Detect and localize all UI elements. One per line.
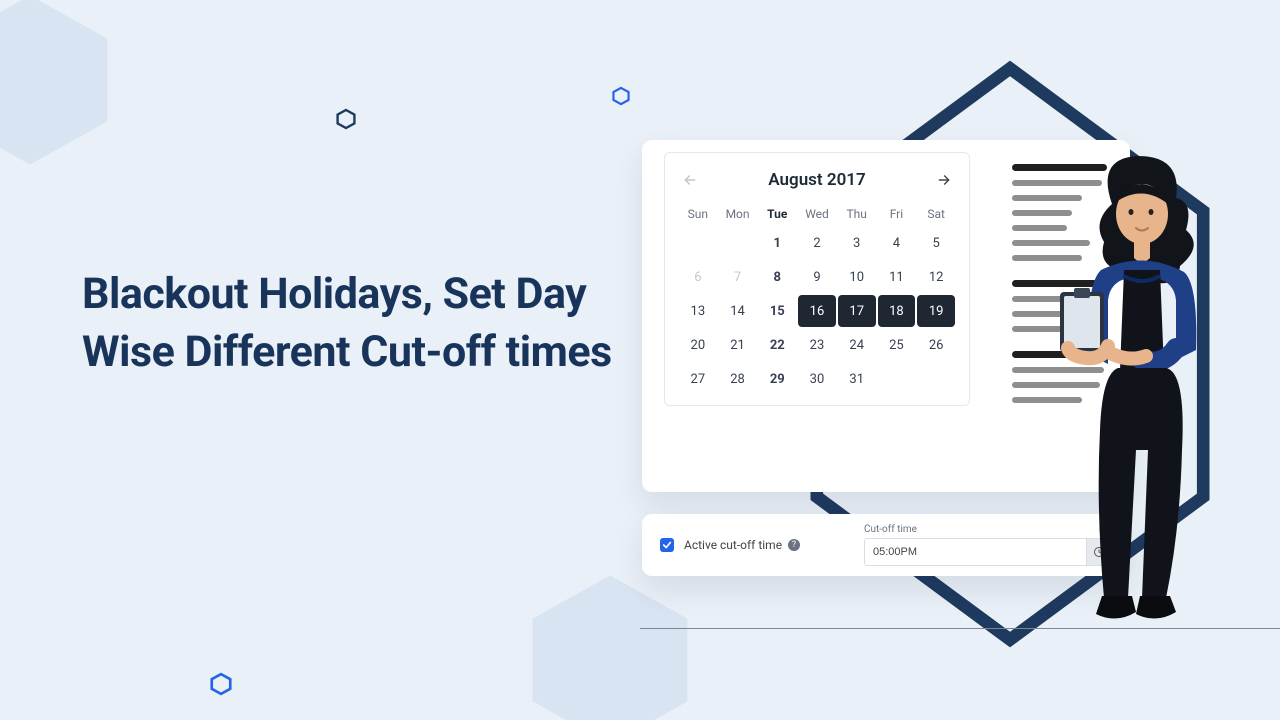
cal-dow: Sun [679, 201, 717, 227]
cal-dow: Sat [917, 201, 955, 227]
cal-next[interactable] [933, 169, 955, 191]
cal-day[interactable]: 30 [798, 363, 836, 395]
cal-title: August 2017 [768, 170, 865, 190]
cal-day[interactable]: 10 [838, 261, 876, 293]
hex-bg-bottom [520, 560, 700, 720]
cal-day[interactable]: 8 [758, 261, 796, 293]
cal-day[interactable]: 25 [878, 329, 916, 361]
cal-dow: Thu [838, 201, 876, 227]
cal-day[interactable]: 15 [758, 295, 796, 327]
hex-bg-top [0, 0, 120, 180]
cal-days-grid: 1234567891011121314151617181920212223242… [679, 227, 955, 395]
cal-day[interactable]: 19 [917, 295, 955, 327]
calendar: August 2017 SunMonTueWedThuFriSat 123456… [664, 152, 970, 406]
cutoff-checkbox-label: Active cut-off time [684, 538, 782, 552]
cal-day[interactable]: 11 [878, 261, 916, 293]
cal-day[interactable]: 31 [838, 363, 876, 395]
cal-day[interactable]: 2 [798, 227, 836, 259]
cal-dow: Wed [798, 201, 836, 227]
person-illustration [1046, 150, 1216, 634]
cal-day[interactable]: 20 [679, 329, 717, 361]
cal-day[interactable]: 26 [917, 329, 955, 361]
cal-day[interactable]: 27 [679, 363, 717, 395]
hex-outline-3 [210, 672, 232, 696]
cal-day[interactable]: 29 [758, 363, 796, 395]
help-icon[interactable]: ? [788, 539, 800, 551]
cal-dow: Mon [719, 201, 757, 227]
cal-day[interactable]: 4 [878, 227, 916, 259]
cal-day[interactable]: 28 [719, 363, 757, 395]
cal-day[interactable]: 13 [679, 295, 717, 327]
cal-day[interactable]: 16 [798, 295, 836, 327]
cal-day[interactable]: 22 [758, 329, 796, 361]
cal-day[interactable]: 17 [838, 295, 876, 327]
cal-day[interactable]: 24 [838, 329, 876, 361]
cal-day[interactable]: 23 [798, 329, 836, 361]
cal-prev[interactable] [679, 169, 701, 191]
cal-day[interactable]: 6 [679, 261, 717, 293]
cal-dow: Fri [878, 201, 916, 227]
page-heading: Blackout Holidays, Set Day Wise Differen… [82, 265, 622, 381]
cal-day[interactable]: 9 [798, 261, 836, 293]
cal-day[interactable]: 3 [838, 227, 876, 259]
cal-day[interactable]: 7 [719, 261, 757, 293]
cal-day[interactable]: 1 [758, 227, 796, 259]
cal-day[interactable]: 21 [719, 329, 757, 361]
cal-dow-row: SunMonTueWedThuFriSat [679, 201, 955, 227]
cal-day[interactable]: 14 [719, 295, 757, 327]
cal-dow: Tue [758, 201, 796, 227]
hex-outline-2 [612, 86, 630, 106]
cal-day[interactable]: 12 [917, 261, 955, 293]
cal-day[interactable]: 5 [917, 227, 955, 259]
hex-outline-1 [336, 108, 356, 130]
cal-day[interactable]: 18 [878, 295, 916, 327]
cutoff-checkbox[interactable] [660, 538, 674, 552]
